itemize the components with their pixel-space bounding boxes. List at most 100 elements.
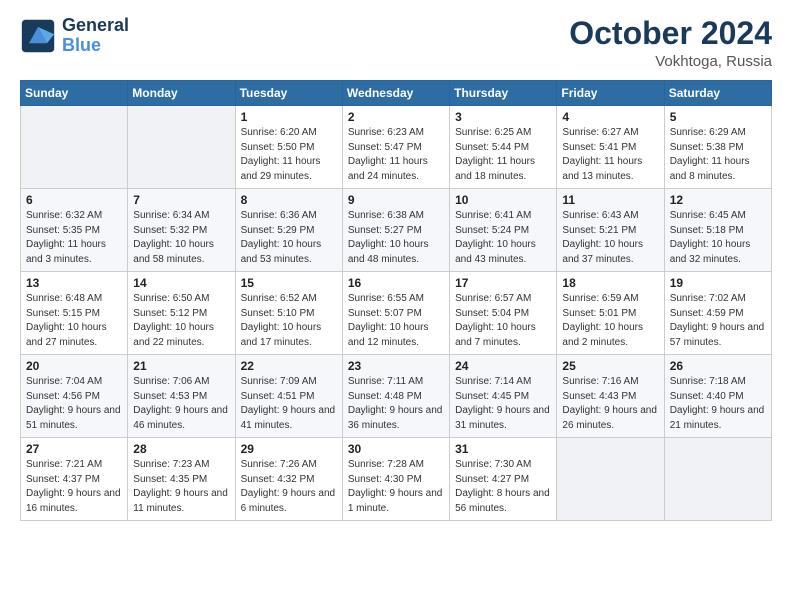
day-info: Sunrise: 7:04 AMSunset: 4:56 PMDaylight:… <box>26 375 122 433</box>
day-cell: 8 Sunrise: 6:36 AMSunset: 5:29 PMDaylight… <box>235 189 342 272</box>
day-cell: 23 Sunrise: 7:11 AMSunset: 4:48 PMDayligh… <box>342 355 449 438</box>
day-info: Sunrise: 7:14 AMSunset: 4:45 PMDaylight:… <box>455 375 551 433</box>
day-info: Sunrise: 6:20 AMSunset: 5:50 PMDaylight:… <box>241 126 337 184</box>
day-number: 8 <box>241 193 337 207</box>
calendar-table: SundayMondayTuesdayWednesdayThursdayFrid… <box>20 80 772 521</box>
day-info: Sunrise: 6:59 AMSunset: 5:01 PMDaylight:… <box>562 292 658 350</box>
day-info: Sunrise: 7:18 AMSunset: 4:40 PMDaylight:… <box>670 375 766 433</box>
week-row-4: 20 Sunrise: 7:04 AMSunset: 4:56 PMDayligh… <box>21 355 772 438</box>
week-row-5: 27 Sunrise: 7:21 AMSunset: 4:37 PMDayligh… <box>21 438 772 521</box>
logo-line2: Blue <box>62 35 101 55</box>
day-number: 17 <box>455 276 551 290</box>
day-info: Sunrise: 6:29 AMSunset: 5:38 PMDaylight:… <box>670 126 766 184</box>
day-info: Sunrise: 6:41 AMSunset: 5:24 PMDaylight:… <box>455 209 551 267</box>
day-info: Sunrise: 6:36 AMSunset: 5:29 PMDaylight:… <box>241 209 337 267</box>
day-number: 29 <box>241 442 337 456</box>
day-number: 2 <box>348 110 444 124</box>
day-cell <box>21 106 128 189</box>
day-info: Sunrise: 6:48 AMSunset: 5:15 PMDaylight:… <box>26 292 122 350</box>
day-info: Sunrise: 6:23 AMSunset: 5:47 PMDaylight:… <box>348 126 444 184</box>
day-number: 12 <box>670 193 766 207</box>
day-cell: 6 Sunrise: 6:32 AMSunset: 5:35 PMDaylight… <box>21 189 128 272</box>
day-info: Sunrise: 6:52 AMSunset: 5:10 PMDaylight:… <box>241 292 337 350</box>
day-number: 19 <box>670 276 766 290</box>
day-info: Sunrise: 7:21 AMSunset: 4:37 PMDaylight:… <box>26 458 122 516</box>
day-info: Sunrise: 7:11 AMSunset: 4:48 PMDaylight:… <box>348 375 444 433</box>
location: Vokhtoga, Russia <box>569 53 772 70</box>
day-info: Sunrise: 6:25 AMSunset: 5:44 PMDaylight:… <box>455 126 551 184</box>
day-cell <box>128 106 235 189</box>
day-number: 16 <box>348 276 444 290</box>
day-number: 7 <box>133 193 229 207</box>
day-cell: 14Sunrise: 6:50 AMSunset: 5:12 PMDayligh… <box>128 272 235 355</box>
day-info: Sunrise: 7:16 AMSunset: 4:43 PMDaylight:… <box>562 375 658 433</box>
header-row: SundayMondayTuesdayWednesdayThursdayFrid… <box>21 81 772 106</box>
day-info: Sunrise: 6:57 AMSunset: 5:04 PMDaylight:… <box>455 292 551 350</box>
day-info: Sunrise: 7:09 AMSunset: 4:51 PMDaylight:… <box>241 375 337 433</box>
logo-line1: General <box>62 16 129 36</box>
day-info: Sunrise: 6:32 AMSunset: 5:35 PMDaylight:… <box>26 209 122 267</box>
col-header-monday: Monday <box>128 81 235 106</box>
day-cell: 24Sunrise: 7:14 AMSunset: 4:45 PMDayligh… <box>450 355 557 438</box>
day-number: 23 <box>348 359 444 373</box>
day-info: Sunrise: 7:02 AMSunset: 4:59 PMDaylight:… <box>670 292 766 350</box>
col-header-thursday: Thursday <box>450 81 557 106</box>
col-header-sunday: Sunday <box>21 81 128 106</box>
day-cell <box>557 438 664 521</box>
day-number: 13 <box>26 276 122 290</box>
day-number: 20 <box>26 359 122 373</box>
day-cell <box>664 438 771 521</box>
day-cell: 7 Sunrise: 6:34 AMSunset: 5:32 PMDaylight… <box>128 189 235 272</box>
day-cell: 31 Sunrise: 7:30 AMSunset: 4:27 PMDayligh… <box>450 438 557 521</box>
day-number: 4 <box>562 110 658 124</box>
day-number: 6 <box>26 193 122 207</box>
col-header-friday: Friday <box>557 81 664 106</box>
col-header-wednesday: Wednesday <box>342 81 449 106</box>
day-cell: 10 Sunrise: 6:41 AMSunset: 5:24 PMDayligh… <box>450 189 557 272</box>
day-info: Sunrise: 7:23 AMSunset: 4:35 PMDaylight:… <box>133 458 229 516</box>
day-number: 3 <box>455 110 551 124</box>
day-number: 14 <box>133 276 229 290</box>
week-row-3: 13 Sunrise: 6:48 AMSunset: 5:15 PMDayligh… <box>21 272 772 355</box>
day-number: 10 <box>455 193 551 207</box>
day-number: 31 <box>455 442 551 456</box>
day-number: 9 <box>348 193 444 207</box>
day-cell: 13 Sunrise: 6:48 AMSunset: 5:15 PMDayligh… <box>21 272 128 355</box>
day-number: 28 <box>133 442 229 456</box>
day-info: Sunrise: 6:55 AMSunset: 5:07 PMDaylight:… <box>348 292 444 350</box>
day-number: 25 <box>562 359 658 373</box>
day-cell: 21 Sunrise: 7:06 AMSunset: 4:53 PMDayligh… <box>128 355 235 438</box>
day-cell: 4Sunrise: 6:27 AMSunset: 5:41 PMDaylight… <box>557 106 664 189</box>
day-number: 26 <box>670 359 766 373</box>
day-cell: 27 Sunrise: 7:21 AMSunset: 4:37 PMDayligh… <box>21 438 128 521</box>
col-header-tuesday: Tuesday <box>235 81 342 106</box>
day-number: 21 <box>133 359 229 373</box>
day-info: Sunrise: 7:30 AMSunset: 4:27 PMDaylight:… <box>455 458 551 516</box>
header: General Blue October 2024 Vokhtoga, Russ… <box>20 16 772 70</box>
col-header-saturday: Saturday <box>664 81 771 106</box>
day-number: 22 <box>241 359 337 373</box>
day-number: 27 <box>26 442 122 456</box>
day-number: 1 <box>241 110 337 124</box>
day-cell: 28 Sunrise: 7:23 AMSunset: 4:35 PMDayligh… <box>128 438 235 521</box>
day-cell: 2 Sunrise: 6:23 AMSunset: 5:47 PMDaylight… <box>342 106 449 189</box>
logo-text: General Blue <box>62 16 129 56</box>
logo: General Blue <box>20 16 129 56</box>
day-number: 18 <box>562 276 658 290</box>
day-number: 5 <box>670 110 766 124</box>
title-block: October 2024 Vokhtoga, Russia <box>569 16 772 70</box>
day-cell: 18 Sunrise: 6:59 AMSunset: 5:01 PMDayligh… <box>557 272 664 355</box>
day-info: Sunrise: 6:38 AMSunset: 5:27 PMDaylight:… <box>348 209 444 267</box>
day-number: 15 <box>241 276 337 290</box>
day-cell: 3 Sunrise: 6:25 AMSunset: 5:44 PMDaylight… <box>450 106 557 189</box>
day-cell: 30Sunrise: 7:28 AMSunset: 4:30 PMDayligh… <box>342 438 449 521</box>
week-row-2: 6 Sunrise: 6:32 AMSunset: 5:35 PMDaylight… <box>21 189 772 272</box>
day-info: Sunrise: 6:34 AMSunset: 5:32 PMDaylight:… <box>133 209 229 267</box>
week-row-1: 1 Sunrise: 6:20 AMSunset: 5:50 PMDaylight… <box>21 106 772 189</box>
day-cell: 20 Sunrise: 7:04 AMSunset: 4:56 PMDayligh… <box>21 355 128 438</box>
day-cell: 5 Sunrise: 6:29 AMSunset: 5:38 PMDaylight… <box>664 106 771 189</box>
day-cell: 19 Sunrise: 7:02 AMSunset: 4:59 PMDayligh… <box>664 272 771 355</box>
day-cell: 12Sunrise: 6:45 AMSunset: 5:18 PMDayligh… <box>664 189 771 272</box>
day-info: Sunrise: 7:06 AMSunset: 4:53 PMDaylight:… <box>133 375 229 433</box>
day-cell: 1 Sunrise: 6:20 AMSunset: 5:50 PMDaylight… <box>235 106 342 189</box>
